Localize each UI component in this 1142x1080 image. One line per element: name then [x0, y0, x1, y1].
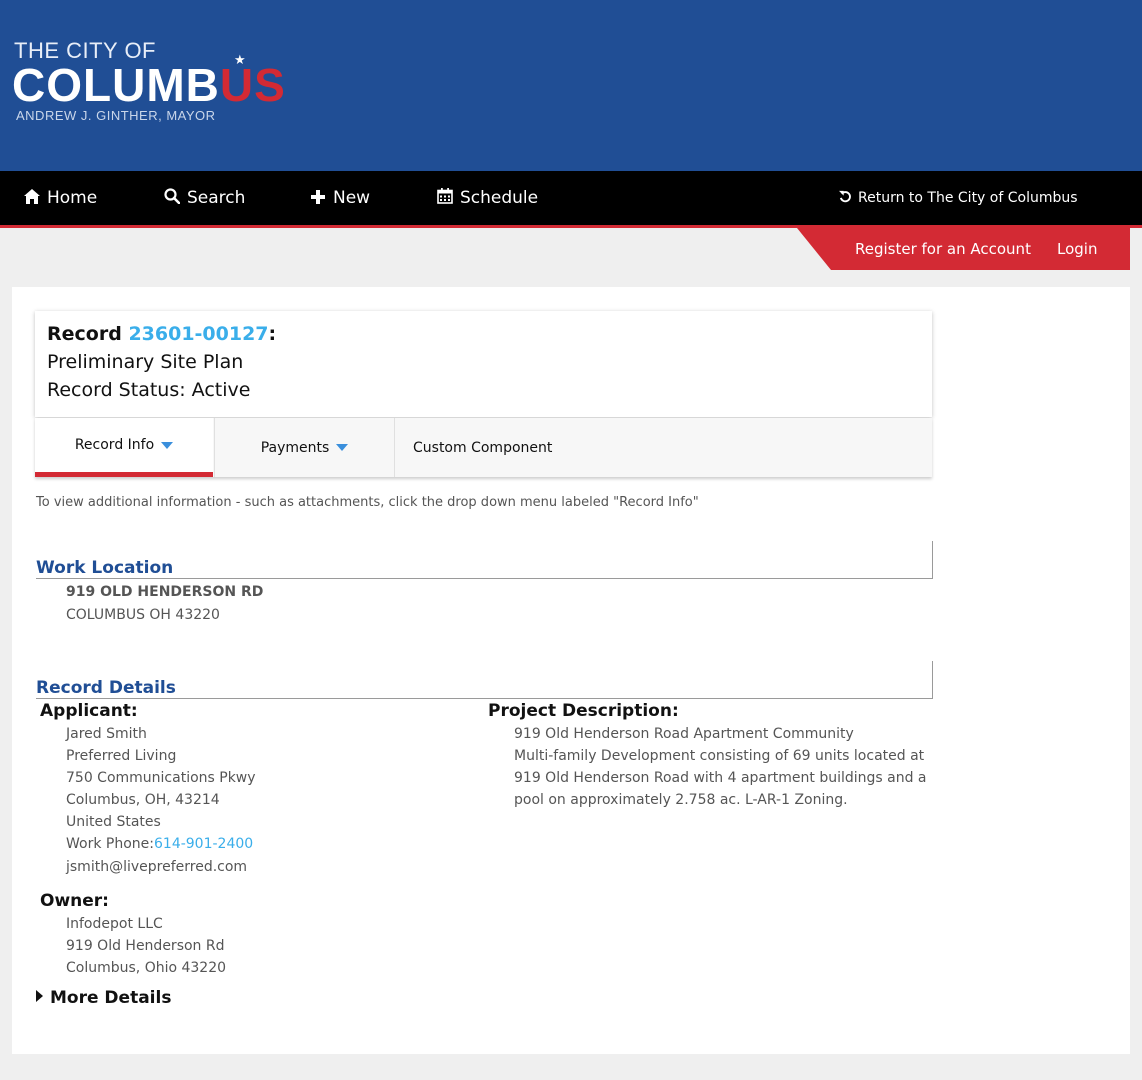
record-details-title: Record Details [36, 678, 176, 698]
applicant-label: Applicant: [40, 701, 138, 721]
work-location-header: Work Location [36, 541, 933, 579]
star-icon: ★ [234, 52, 246, 67]
caret-right-icon [36, 990, 43, 1002]
project-description-line: pool on approximately 2.758 ac. L-AR-1 Z… [514, 792, 848, 808]
project-description-line: 919 Old Henderson Road Apartment Communi… [514, 726, 854, 742]
owner-name: Infodepot LLC [66, 916, 163, 932]
record-number-link[interactable]: 23601-00127 [128, 323, 268, 345]
nav-schedule[interactable]: Schedule [436, 171, 538, 225]
record-tabs: Record Info Payments Custom Component [35, 418, 932, 477]
logo-us: US [219, 59, 286, 111]
search-icon [163, 188, 181, 208]
city-logo[interactable]: THE CITY OF COLUMBUS ★ ANDREW J. GINTHER… [12, 38, 290, 124]
home-icon [23, 188, 41, 208]
logo-line-mayor: ANDREW J. GINTHER, MAYOR [16, 108, 216, 123]
logo-columb: COLUMB [12, 59, 220, 111]
record-title: Record 23601-00127: [47, 323, 276, 345]
record-details-header: Record Details [36, 661, 933, 699]
return-label: Return to The City of Columbus [858, 190, 1078, 206]
nav-search-label: Search [187, 188, 246, 208]
tab-record-info[interactable]: Record Info [35, 418, 213, 477]
site-header: THE CITY OF COLUMBUS ★ ANDREW J. GINTHER… [0, 0, 1142, 171]
record-status: Record Status: Active [47, 379, 251, 401]
chevron-down-icon [336, 444, 349, 451]
applicant-street: 750 Communications Pkwy [66, 770, 256, 786]
applicant-city: Columbus, OH, 43214 [66, 792, 220, 808]
applicant-phone-link[interactable]: 614-901-2400 [154, 836, 253, 852]
more-details-toggle[interactable]: More Details [36, 988, 171, 1008]
project-description-label: Project Description: [488, 701, 679, 721]
work-address-line1: 919 OLD HENDERSON RD [66, 584, 264, 600]
applicant-country: United States [66, 814, 161, 830]
undo-icon [838, 190, 852, 207]
nav-new[interactable]: New [309, 171, 370, 225]
work-location-title: Work Location [36, 558, 174, 578]
tab-custom-component-label: Custom Component [413, 439, 553, 456]
record-prefix: Record [47, 323, 122, 345]
applicant-phone-label: Work Phone: [66, 836, 154, 852]
main-nav: Home Search New Schedule Return to The C… [0, 171, 1142, 228]
record-type: Preliminary Site Plan [47, 351, 244, 373]
record-header-card: Record 23601-00127: Preliminary Site Pla… [35, 311, 932, 417]
nav-home-label: Home [47, 188, 98, 208]
nav-new-label: New [333, 188, 371, 208]
tab-payments[interactable]: Payments [214, 418, 395, 477]
nav-schedule-label: Schedule [460, 188, 539, 208]
login-link[interactable]: Login [1057, 240, 1097, 258]
return-to-city-link[interactable]: Return to The City of Columbus [838, 171, 1078, 225]
account-strip: Register for an Account Login [797, 228, 1130, 270]
record-suffix: : [268, 323, 277, 345]
plus-icon [309, 189, 327, 208]
applicant-name: Jared Smith [66, 726, 147, 742]
chevron-down-icon [161, 441, 174, 449]
more-details-label: More Details [50, 988, 172, 1008]
main-content: Record 23601-00127: Preliminary Site Pla… [12, 287, 1130, 1054]
applicant-email: jsmith@livepreferred.com [66, 859, 248, 875]
nav-home[interactable]: Home [23, 171, 97, 225]
nav-search[interactable]: Search [163, 171, 245, 225]
applicant-phone-row: Work Phone:614-901-2400 [66, 836, 253, 852]
owner-label: Owner: [40, 891, 109, 911]
applicant-company: Preferred Living [66, 748, 177, 764]
tab-record-info-label: Record Info [74, 437, 155, 453]
info-hint: To view additional information - such as… [36, 495, 699, 510]
register-link[interactable]: Register for an Account [855, 240, 1031, 258]
calendar-icon [436, 188, 454, 208]
owner-street: 919 Old Henderson Rd [66, 938, 225, 954]
project-description-line: Multi-family Development consisting of 6… [514, 748, 925, 764]
work-address-line2: COLUMBUS OH 43220 [66, 607, 220, 623]
tab-payments-label: Payments [260, 439, 330, 456]
tab-custom-component[interactable]: Custom Component [394, 418, 613, 477]
project-description-line: 919 Old Henderson Road with 4 apartment … [514, 770, 927, 786]
owner-city: Columbus, Ohio 43220 [66, 960, 227, 976]
